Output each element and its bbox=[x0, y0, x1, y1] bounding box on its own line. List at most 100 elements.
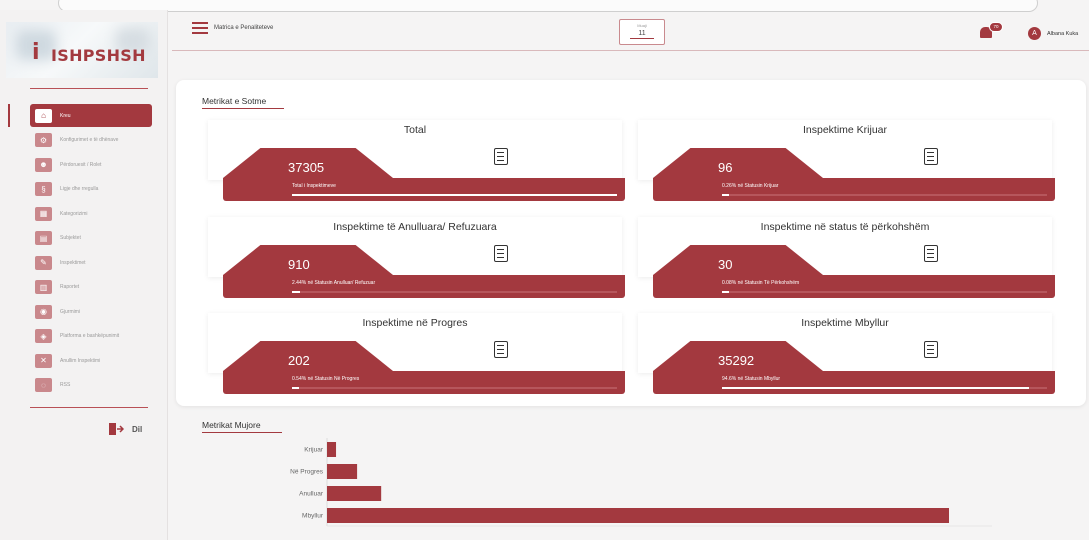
logout-label: Dil bbox=[132, 424, 143, 434]
sidebar-item-home[interactable]: ⌂ Kreu bbox=[0, 104, 168, 127]
chart-bar-në-progres[interactable] bbox=[327, 464, 358, 479]
header-divider bbox=[172, 50, 1089, 51]
metric-footer-bar bbox=[653, 178, 1055, 201]
tracking-icon: ◉ bbox=[35, 304, 52, 319]
metric-progress-fill bbox=[292, 194, 617, 196]
inspection-icon: ✎ bbox=[35, 255, 52, 270]
chart-bar-mbyllur[interactable] bbox=[327, 508, 949, 523]
metric-value: 35292 bbox=[718, 353, 755, 368]
sidebar-item-label: Kreu bbox=[60, 112, 71, 119]
month-value: 11 bbox=[638, 30, 646, 37]
metric-card[interactable]: Inspektime të Anulluara/ Refuzuara 910 2.4… bbox=[208, 217, 625, 299]
home-icon: ⌂ bbox=[35, 108, 52, 123]
top-header: Matrica e Penaliteteve Muaji 11 70 A Alb… bbox=[168, 10, 1089, 46]
rss-icon: ◌ bbox=[35, 378, 52, 392]
logo[interactable]: i ISHPSHSH bbox=[6, 22, 158, 78]
metric-value: 96 bbox=[718, 160, 733, 175]
sidebar-item-law[interactable]: § Ligje dhe rregulla bbox=[0, 178, 168, 201]
category-icon: ▦ bbox=[35, 206, 52, 221]
subjects-icon: ▤ bbox=[35, 231, 52, 245]
metric-value: 910 bbox=[288, 257, 310, 272]
month-selector[interactable]: Muaji 11 bbox=[619, 19, 665, 45]
metric-card-title: Inspektime në Progres bbox=[362, 317, 468, 329]
sidebar-item-rss[interactable]: ◌ RSS bbox=[0, 374, 168, 397]
logo-text: ISHPSHSH bbox=[51, 46, 146, 65]
sidebar-item-settings[interactable]: ⚙ Konfigurimet e të dhënave bbox=[0, 129, 168, 152]
today-section-title-text: Metrikat e Sotme bbox=[202, 96, 267, 106]
chart-category-label: Krijuar bbox=[304, 447, 324, 454]
sidebar-item-label: Konfigurimet e të dhënave bbox=[60, 137, 119, 143]
document-icon bbox=[494, 338, 510, 358]
metric-progress-track bbox=[292, 194, 617, 196]
sidebar-item-inspection[interactable]: ✎ Inspektimet bbox=[0, 251, 168, 274]
menu-toggle-icon[interactable] bbox=[192, 22, 208, 36]
sidebar-item-label: RSS bbox=[60, 382, 71, 388]
metric-progress-track bbox=[292, 387, 617, 389]
active-indicator bbox=[8, 104, 10, 127]
metric-footer-bar bbox=[223, 178, 625, 201]
document-icon bbox=[924, 145, 940, 165]
metric-subtitle: Total i Inspektimeve bbox=[292, 183, 336, 189]
report-icon: ▥ bbox=[35, 280, 52, 294]
sidebar-item-cancel-inspection[interactable]: ✕ Anullim Inspektimi bbox=[0, 349, 168, 372]
metric-card-title: Inspektime në status të përkohshëm bbox=[760, 221, 930, 233]
metric-progress-fill bbox=[722, 387, 1030, 389]
sidebar-item-label: Përdoruesit / Rolet bbox=[60, 161, 102, 168]
metric-progress-fill bbox=[292, 387, 299, 389]
metric-card-title: Inspektime të Anulluara/ Refuzuara bbox=[333, 221, 497, 233]
metric-subtitle: 2.44% në Statusin Anulluar/ Refuzuar bbox=[292, 280, 376, 286]
metric-card-title: Inspektime Mbyllur bbox=[801, 317, 889, 329]
chart-category-label: Mbyllur bbox=[302, 513, 324, 520]
metric-progress-track bbox=[722, 387, 1047, 389]
metric-footer-bar bbox=[223, 275, 625, 298]
sidebar: i ISHPSHSH ⌂ Kreu ⚙ Konfigurimet e të dhëna… bbox=[0, 10, 168, 540]
chart-category-label: Në Progres bbox=[290, 469, 324, 476]
settings-icon: ⚙ bbox=[35, 133, 52, 147]
sidebar-item-category[interactable]: ▦ Kategorizimi bbox=[0, 202, 168, 225]
monthly-metrics-chart: Metrikat Mujore Krijuar Në Progres Anullua… bbox=[176, 418, 1089, 540]
document-icon bbox=[924, 242, 940, 262]
avatar: A bbox=[1028, 27, 1041, 40]
metric-value: 30 bbox=[718, 257, 733, 272]
logo-mark: i bbox=[32, 40, 40, 65]
logout-button[interactable]: Dil bbox=[108, 422, 142, 436]
document-icon bbox=[924, 338, 940, 358]
metric-card[interactable]: Inspektime në Progres 202 0.54% në Statusi… bbox=[208, 313, 625, 395]
sidebar-divider-top bbox=[30, 88, 148, 89]
sidebar-item-label: Raportet bbox=[60, 284, 80, 290]
month-label: Muaji bbox=[637, 23, 647, 28]
metric-footer-bar bbox=[653, 275, 1055, 298]
metric-card[interactable]: Inspektime në status të përkohshëm 30 0.08… bbox=[638, 217, 1055, 299]
sidebar-item-label: Ligje dhe rregulla bbox=[60, 186, 99, 192]
platform-icon: ◈ bbox=[35, 329, 52, 343]
sidebar-menu: ⌂ Kreu ⚙ Konfigurimet e të dhënave ☻ Përdorue… bbox=[0, 104, 168, 398]
metric-card[interactable]: Total 37305 Total i Inspektimeve bbox=[208, 120, 625, 202]
metric-footer-bar bbox=[653, 371, 1055, 394]
document-icon bbox=[494, 242, 510, 262]
cancel-inspection-icon: ✕ bbox=[35, 353, 52, 368]
today-section-title: Metrikat e Sotme bbox=[202, 96, 284, 109]
sidebar-item-label: Gjurmimi bbox=[60, 308, 80, 315]
metric-card[interactable]: Inspektime Mbyllur 35292 94.6% në Statusin… bbox=[638, 313, 1055, 395]
metric-progress-fill bbox=[292, 291, 300, 293]
sidebar-item-users[interactable]: ☻ Përdoruesit / Rolet bbox=[0, 153, 168, 176]
metric-card-title: Inspektime Krijuar bbox=[802, 124, 888, 136]
page-title[interactable]: Matrica e Penaliteteve bbox=[214, 25, 273, 31]
today-metrics-panel: Metrikat e Sotme Total 37305 Total i Inspe… bbox=[176, 80, 1086, 406]
chart-bar-krijuar[interactable] bbox=[327, 442, 337, 457]
metric-subtitle: 0.08% në Statusin Të Përkohshëm bbox=[722, 280, 800, 286]
sidebar-item-label: Anullim Inspektimi bbox=[60, 357, 101, 364]
chart-bar-anulluar[interactable] bbox=[327, 486, 382, 501]
metric-progress-fill bbox=[722, 194, 729, 196]
sidebar-item-subjects[interactable]: ▤ Subjektet bbox=[0, 227, 168, 250]
metric-progress-track bbox=[722, 291, 1047, 293]
sidebar-item-platform[interactable]: ◈ Platforma e bashkëpunimit bbox=[0, 325, 168, 348]
metric-subtitle: 0.54% në Statusin Në Progres bbox=[292, 376, 360, 382]
metric-card[interactable]: Inspektime Krijuar 96 0.26% në Statusin Kr… bbox=[638, 120, 1055, 202]
notifications-button[interactable]: 70 bbox=[980, 22, 1003, 39]
sidebar-item-report[interactable]: ▥ Raportet bbox=[0, 276, 168, 299]
sidebar-item-tracking[interactable]: ◉ Gjurmimi bbox=[0, 300, 168, 323]
user-menu[interactable]: A Albana Kuka bbox=[1028, 27, 1078, 40]
chart-category-label: Anulluar bbox=[299, 491, 324, 498]
sidebar-item-label: Inspektimet bbox=[60, 259, 86, 266]
